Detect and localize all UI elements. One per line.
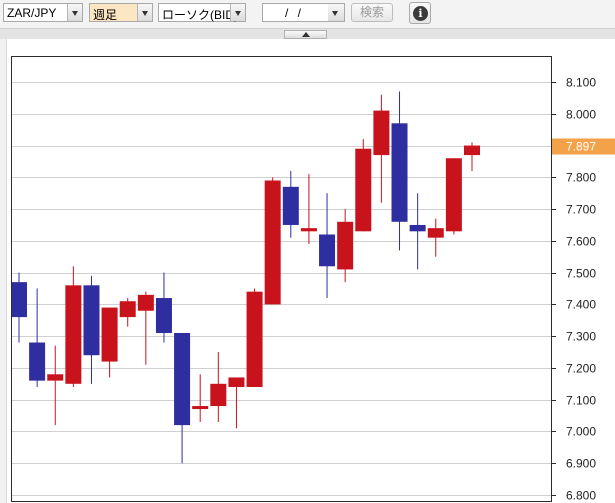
candle [409, 193, 426, 270]
chevron-down-icon[interactable] [230, 4, 245, 21]
candle-body [464, 145, 480, 156]
candle-body [300, 228, 317, 232]
candle-body [119, 301, 136, 318]
price-axis: 6.800 6.900 7.000 7.100 7.200 7.300 7.400 7.500… [551, 76, 615, 503]
chart-type-value: ローソク(BID) [162, 8, 238, 22]
candle-body [29, 342, 46, 381]
candle-body [137, 294, 154, 311]
current-price-label: 7.897 [566, 139, 596, 153]
y-tick-label: 7.400 [566, 298, 596, 312]
candle [391, 91, 408, 251]
candle [337, 209, 354, 283]
y-tick-label: 7.600 [566, 235, 596, 249]
y-tick-label: 7.800 [566, 171, 596, 185]
candle [355, 139, 372, 232]
candle-body [174, 332, 191, 426]
candle [282, 170, 299, 238]
candle-body [427, 228, 444, 238]
candle [192, 374, 209, 422]
candle-body [83, 285, 100, 356]
candle [210, 352, 227, 422]
collapse-toolbar-button[interactable] [284, 30, 327, 39]
candle [83, 275, 100, 384]
y-tick-label: 6.800 [566, 489, 596, 503]
candle [246, 288, 263, 387]
candle-body [445, 158, 462, 232]
candle [427, 218, 444, 257]
y-tick-label: 8.100 [566, 76, 596, 90]
candle [464, 142, 480, 171]
y-tick-label: 7.700 [566, 203, 596, 217]
candle-body [391, 123, 408, 222]
candle [29, 288, 46, 387]
period-select[interactable]: 週足 [89, 3, 153, 22]
candle-body [246, 291, 263, 387]
candle [47, 345, 64, 426]
candle [319, 193, 336, 299]
candle [155, 272, 172, 343]
candle [101, 307, 118, 378]
candlestick-chart: 6.800 6.900 7.000 7.100 7.200 7.300 7.400 7.500… [11, 56, 615, 503]
candle-body [282, 186, 299, 225]
currency-pair-value: ZAR/JPY [7, 6, 57, 20]
y-tick-label: 6.900 [566, 457, 596, 471]
chart-type-select[interactable]: ローソク(BID) [158, 3, 246, 22]
y-tick-label: 7.000 [566, 425, 596, 439]
chevron-down-icon[interactable] [328, 4, 344, 21]
candle-body [228, 377, 245, 387]
y-tick-label: 8.000 [566, 108, 596, 122]
candle-body [264, 180, 281, 305]
candle-body [355, 148, 372, 232]
candle [373, 94, 390, 203]
date-input[interactable]: / / [262, 3, 330, 22]
candle-body [155, 298, 172, 333]
candle-body [319, 234, 336, 267]
y-tick-label: 7.500 [566, 267, 596, 281]
y-tick-label: 7.200 [566, 362, 596, 376]
candle [119, 298, 136, 327]
chevron-down-icon[interactable] [67, 4, 82, 21]
plot-border [11, 56, 552, 502]
candle-body [101, 307, 118, 362]
candle-body [337, 221, 354, 270]
y-tick-label: 7.300 [566, 330, 596, 344]
candle-body [373, 110, 390, 156]
candle-body [65, 285, 82, 384]
candle-body [47, 374, 64, 381]
candle [137, 291, 154, 365]
chevron-down-icon[interactable] [137, 4, 152, 21]
search-button[interactable]: 検索 [351, 3, 393, 22]
period-value: 週足 [93, 8, 118, 22]
candle [65, 266, 82, 387]
candles [12, 91, 480, 464]
candle [12, 272, 27, 343]
candle-body [192, 406, 209, 410]
date-dropdown-button[interactable] [328, 3, 345, 22]
candle-body [409, 224, 426, 232]
candle-body [12, 282, 27, 318]
toolbar: ZAR/JPY 週足 ローソク(BID) / / 検索 i [0, 0, 615, 28]
y-tick-label: 7.100 [566, 394, 596, 408]
candle-body [210, 383, 227, 407]
candle [445, 158, 462, 235]
candle [264, 177, 281, 305]
info-icon: i [413, 6, 428, 21]
candle [228, 377, 245, 429]
date-value: / / [285, 6, 305, 20]
candle [174, 332, 191, 464]
currency-pair-select[interactable]: ZAR/JPY [3, 3, 83, 22]
info-button[interactable]: i [409, 2, 431, 24]
